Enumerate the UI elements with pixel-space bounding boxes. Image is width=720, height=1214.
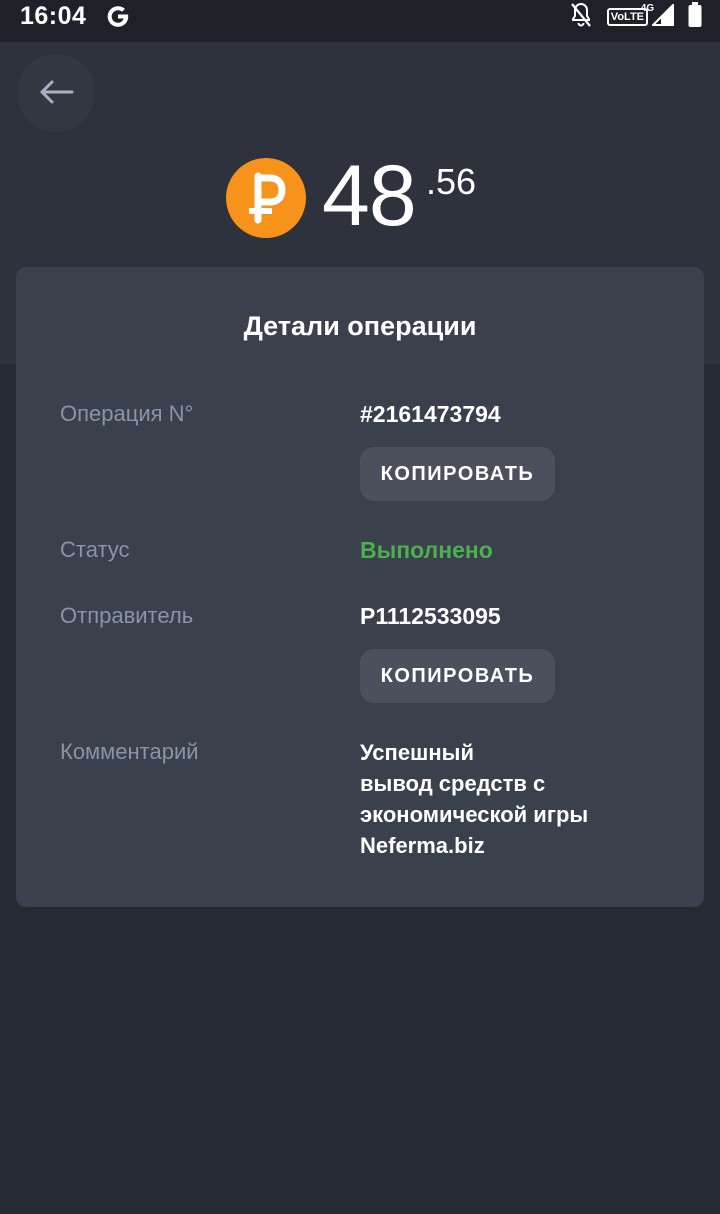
status-label: Статус <box>60 537 130 562</box>
signal-icon <box>650 2 674 30</box>
status-bar: 16:04 VoLTE 4G <box>0 0 720 42</box>
operation-number-value: #2161473794 <box>360 401 501 427</box>
google-icon <box>104 2 132 30</box>
comment-line: вывод средств с <box>360 771 546 796</box>
amount-fraction: .56 <box>426 161 477 202</box>
notifications-off-icon <box>569 2 593 32</box>
status-time: 16:04 <box>20 2 87 30</box>
comment-line: Успешный <box>360 740 474 765</box>
status-value: Выполнено <box>360 537 493 563</box>
volte-indicator: VoLTE 4G <box>606 3 654 27</box>
amount-integer: 48 <box>322 148 417 244</box>
comment-label: Комментарий <box>60 739 199 764</box>
network-type: 4G <box>640 3 655 14</box>
battery-icon <box>688 2 702 32</box>
comment-value: Успешный вывод средств с экономической и… <box>360 737 660 861</box>
back-button[interactable] <box>17 54 95 132</box>
status-icons: VoLTE 4G <box>569 2 702 32</box>
comment-line: Neferma.biz <box>360 833 485 858</box>
comment-line: экономической игры <box>360 802 589 827</box>
copy-sender-button[interactable]: КОПИРОВАТЬ <box>360 649 555 703</box>
screen: 16:04 VoLTE 4G 48 .56 Детали операции Оп… <box>0 0 720 1214</box>
sender-value: P1112533095 <box>360 603 501 629</box>
copy-operation-button[interactable]: КОПИРОВАТЬ <box>360 447 555 501</box>
operation-details-card: Детали операции Операция N° #2161473794 … <box>16 267 704 907</box>
ruble-coin-icon <box>226 158 306 238</box>
sender-label: Отправитель <box>60 603 194 628</box>
card-title: Детали операции <box>243 311 477 341</box>
operation-number-label: Операция N° <box>60 401 194 426</box>
arrow-left-icon <box>40 80 74 104</box>
